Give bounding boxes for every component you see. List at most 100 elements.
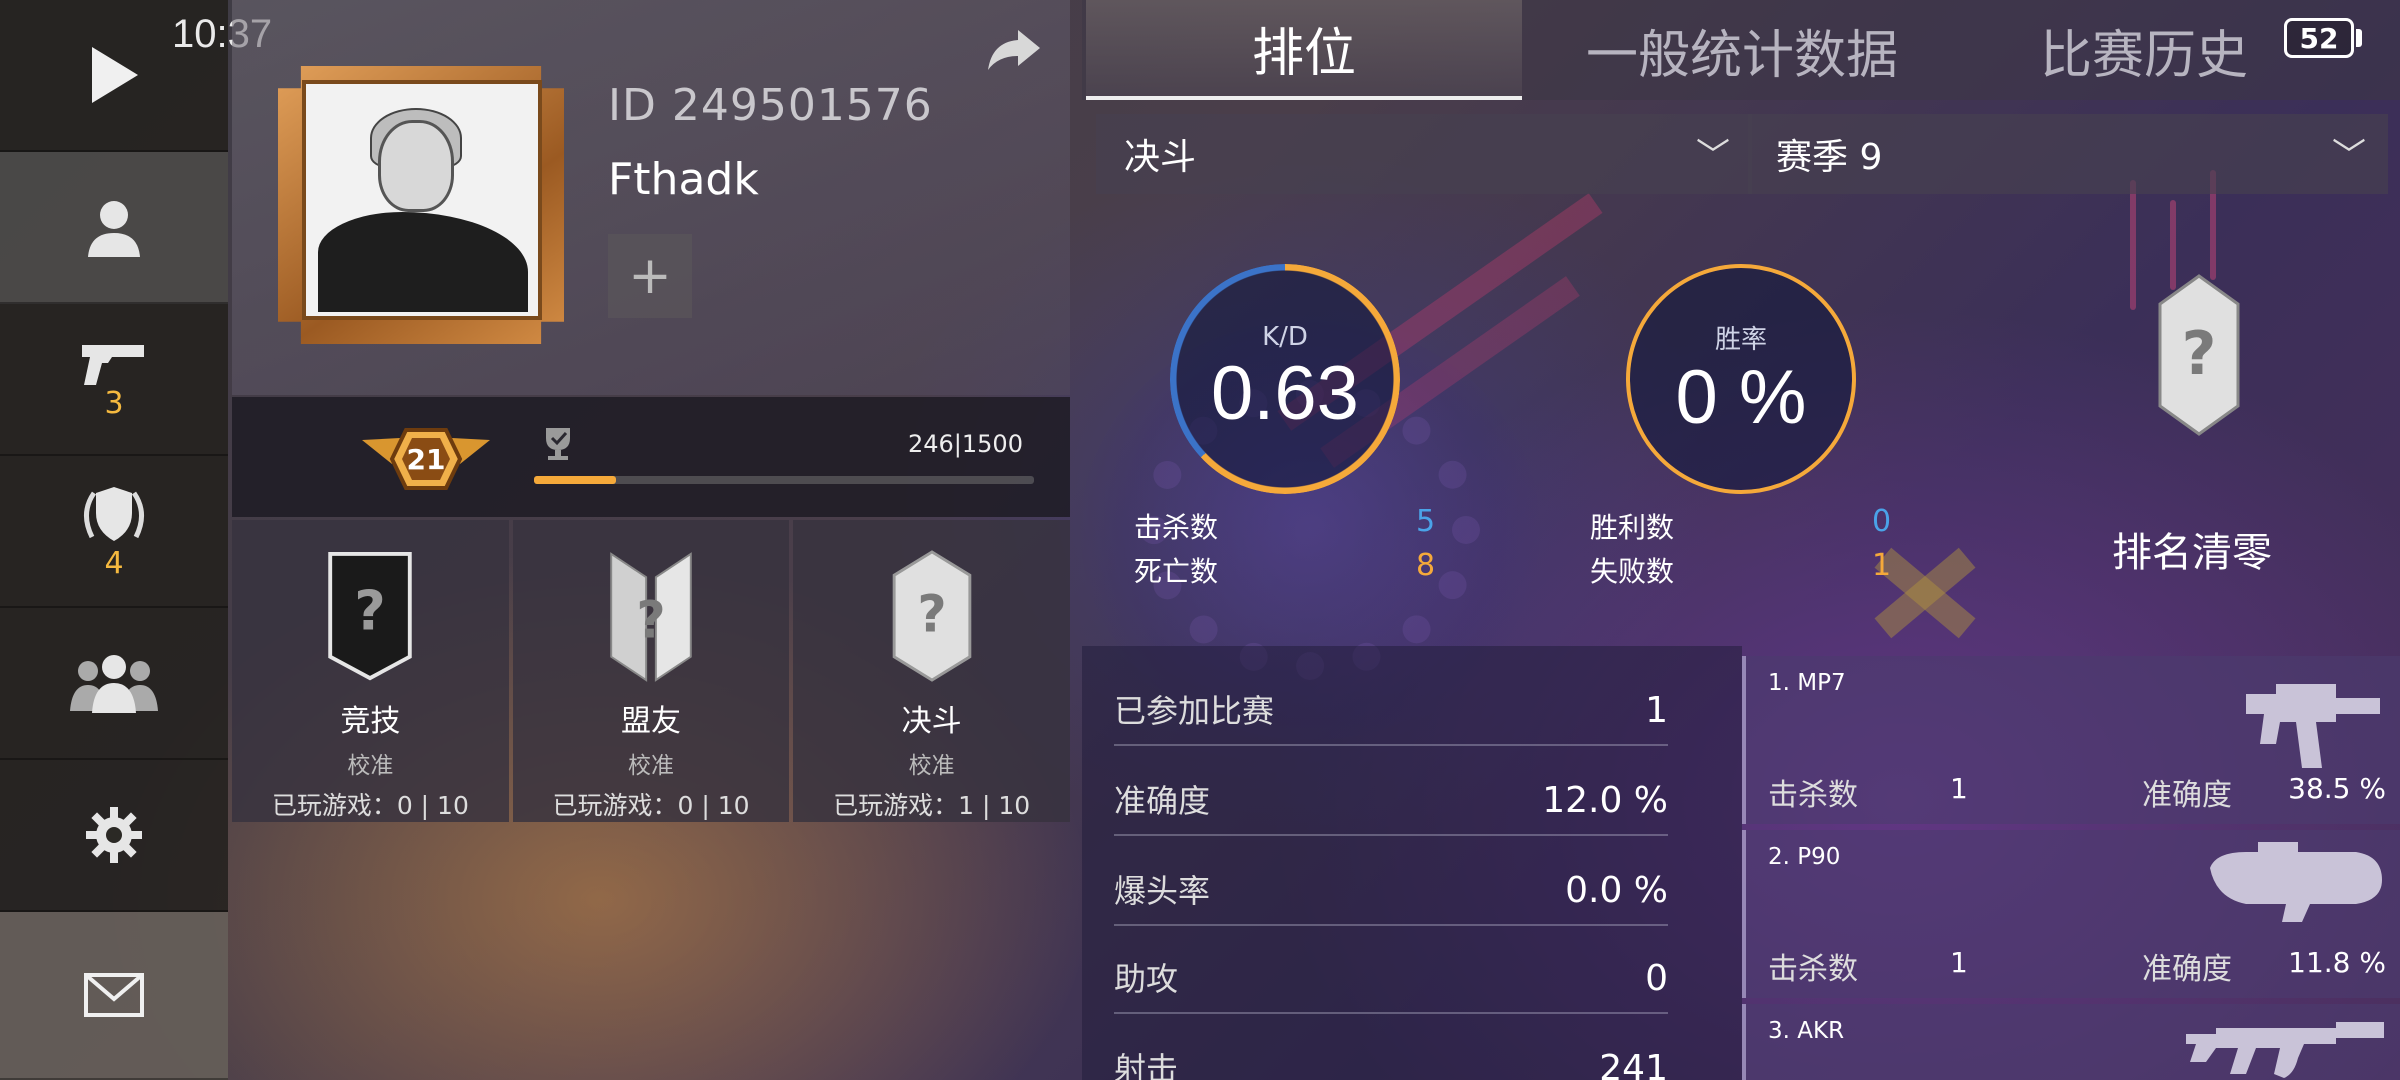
profile-icon — [88, 201, 140, 257]
summary-value: 1 — [1645, 690, 1668, 731]
rank-card-status: 校准 — [347, 753, 394, 779]
summary-label: 爆头率 — [1114, 872, 1211, 910]
share-icon[interactable] — [986, 28, 1042, 72]
kd-value: 0.63 — [1211, 351, 1359, 436]
rifle-icon — [2186, 1022, 2384, 1078]
pistol-icon — [82, 345, 144, 385]
rank-cards: ? 竞技 校准 已玩游戏：0 | 10 ? 盟友 校准 已玩游戏：0 | 10 … — [232, 520, 1071, 822]
sidebar-item-achievements[interactable]: 4 — [0, 456, 228, 608]
wins-label: 胜利数 — [1590, 511, 1675, 544]
deaths-value: 8 — [1416, 548, 1436, 583]
weapon-accuracy-value: 11.8 % — [2288, 946, 2386, 979]
summary-value: 0.0 % — [1565, 870, 1668, 911]
summary-label: 准确度 — [1114, 782, 1211, 820]
battery-tip — [2356, 29, 2362, 47]
rank-shield-icon: ? — [328, 551, 413, 681]
chevron-down-icon: ﹀ — [1696, 136, 1730, 176]
svg-text:?: ? — [917, 585, 946, 644]
weapon-card[interactable]: 2. P90 击杀数 1 准确度 11.8 % — [1742, 830, 2400, 998]
svg-text:?: ? — [636, 590, 665, 649]
tab-match-history[interactable]: 比赛历史 — [2040, 0, 2300, 100]
weapon-name: 2. P90 — [1768, 844, 1841, 870]
rank-shield-icon: ? — [2158, 274, 2240, 436]
laurel-shield-icon — [84, 487, 144, 541]
kd-label: K/D — [1262, 322, 1308, 352]
summary-value: 241 — [1599, 1048, 1668, 1080]
summary-label: 助攻 — [1114, 960, 1179, 998]
rank-card-title: 竞技 — [340, 704, 401, 739]
add-button[interactable]: + — [608, 234, 692, 318]
player-name: Fthadk — [608, 154, 759, 205]
rank-card-title: 盟友 — [621, 704, 681, 739]
losses-value: 1 — [1872, 548, 1892, 583]
kills-label: 击杀数 — [1134, 511, 1219, 544]
summary-row: 射击 241 — [1114, 1018, 1668, 1080]
weapon-kills-value: 1 — [1950, 946, 1968, 979]
summary-row: 助攻 0 — [1114, 928, 1668, 1014]
sidebar-item-weapons[interactable]: 3 — [0, 304, 228, 456]
winrate-value: 0 % — [1675, 354, 1807, 440]
level-badge: 21 — [362, 428, 490, 490]
sidebar-item-profile[interactable] — [0, 152, 228, 304]
sidebar-item-mail[interactable] — [0, 912, 228, 1080]
xp-progress-fill — [534, 476, 616, 484]
summary-row: 准确度 12.0 % — [1114, 750, 1668, 836]
rank-card-competitive[interactable]: ? 竞技 校准 已玩游戏：0 | 10 — [232, 520, 509, 822]
weapon-accuracy-label: 准确度 — [2142, 778, 2232, 813]
xp-progress-text: 246|1500 — [908, 430, 1023, 458]
bullpup-smg-icon — [2210, 842, 2382, 922]
rank-shield-icon: ? — [610, 552, 692, 682]
rank-card-title: 决斗 — [901, 704, 962, 739]
summary-label: 射击 — [1114, 1050, 1179, 1080]
rank-card-games: 已玩游戏：1 | 10 — [833, 791, 1031, 820]
weapons-count: 3 — [104, 386, 124, 421]
season-dropdown[interactable]: 赛季 9 ﹀ — [1748, 114, 2388, 194]
rank-card-status: 校准 — [628, 753, 674, 779]
rank-shield-icon: ? — [892, 550, 971, 682]
achievements-count: 4 — [104, 546, 124, 581]
background-drip — [2130, 180, 2136, 310]
xp-progress-bar — [534, 476, 1034, 484]
sidebar-item-settings[interactable] — [0, 760, 228, 912]
player-id: ID 249501576 — [608, 80, 933, 131]
weapon-kills-value: 1 — [1950, 772, 1968, 805]
mode-dropdown[interactable]: 决斗 ﹀ — [1096, 114, 1752, 194]
summary-value: 12.0 % — [1542, 780, 1668, 821]
season-dropdown-value: 赛季 9 — [1776, 137, 1883, 178]
smg-icon — [2246, 684, 2380, 768]
battery-indicator: 52 — [2284, 18, 2354, 58]
wins-value: 0 — [1872, 504, 1892, 539]
mail-icon — [84, 973, 144, 1017]
winrate-label: 胜率 — [1714, 324, 1767, 355]
winrate-circle: 胜率 0 % — [1626, 264, 1856, 494]
summary-row: 爆头率 0.0 % — [1114, 840, 1668, 926]
rank-card-games: 已玩游戏：0 | 10 — [271, 791, 469, 820]
mode-dropdown-value: 决斗 — [1124, 137, 1197, 178]
rank-card-allies[interactable]: ? 盟友 校准 已玩游戏：0 | 10 — [512, 520, 790, 822]
trophy-icon — [546, 428, 570, 460]
sidebar-item-friends[interactable] — [0, 608, 228, 760]
rank-card-duel[interactable]: ? 决斗 校准 已玩游戏：1 | 10 — [793, 520, 1071, 822]
weapon-kills-label: 击杀数 — [1768, 952, 1858, 987]
summary-value: 0 — [1645, 958, 1668, 999]
svg-text:?: ? — [2182, 319, 2217, 389]
weapon-name: 3. AKR — [1768, 1018, 1845, 1044]
tab-general-stats[interactable]: 一般统计数据 — [1530, 0, 1954, 100]
svg-text:?: ? — [355, 580, 387, 643]
kills-value: 5 — [1416, 504, 1436, 539]
losses-label: 失败数 — [1590, 555, 1675, 588]
weapon-card[interactable]: 1. MP7 击杀数 1 准确度 38.5 % — [1742, 656, 2400, 824]
rank-reset-label: 排名清零 — [2112, 530, 2272, 576]
avatar-figure-head — [378, 120, 454, 212]
weapon-kills-label: 击杀数 — [1768, 778, 1858, 813]
tab-ranked[interactable]: 排位 — [1086, 0, 1522, 100]
weapon-accuracy-value: 38.5 % — [2288, 772, 2386, 805]
rank-card-status: 校准 — [908, 753, 955, 779]
summary-row: 已参加比赛 1 — [1114, 660, 1668, 746]
weapon-card[interactable]: 3. AKR — [1742, 1004, 2400, 1080]
deaths-label: 死亡数 — [1134, 555, 1219, 588]
chevron-down-icon: ﹀ — [2332, 136, 2366, 176]
level-number: 21 — [407, 443, 446, 476]
sidebar: 3 4 — [0, 0, 228, 1080]
summary-label: 已参加比赛 — [1114, 692, 1275, 730]
